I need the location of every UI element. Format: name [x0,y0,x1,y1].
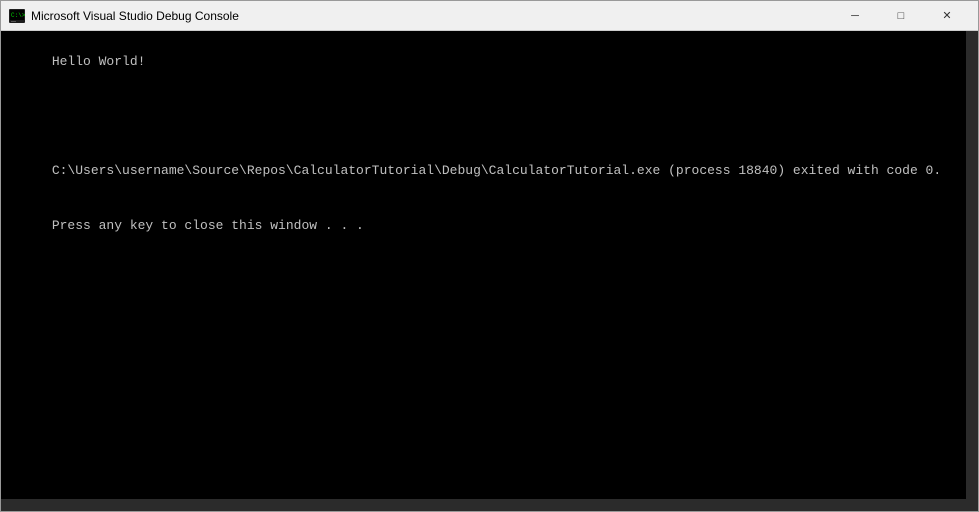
console-line-3: C:\Users\username\Source\Repos\Calculato… [52,163,941,178]
console-line-1: Hello World! [52,54,146,69]
minimize-button[interactable]: ─ [832,1,878,31]
console-output: Hello World! C:\Users\username\Source\Re… [5,35,974,253]
scrollbar-corner [966,499,978,511]
maximize-button[interactable]: □ [878,1,924,31]
svg-text:C:\>: C:\> [11,12,25,19]
app-icon: C:\> [9,8,25,24]
close-button[interactable]: ✕ [924,1,970,31]
console-output-area[interactable]: Hello World! C:\Users\username\Source\Re… [1,31,978,511]
vertical-scrollbar[interactable] [966,31,978,499]
console-line-4: Press any key to close this window . . . [52,218,364,233]
window-controls: ─ □ ✕ [832,1,970,31]
window-title: Microsoft Visual Studio Debug Console [31,9,832,23]
horizontal-scrollbar[interactable] [1,499,966,511]
main-window: C:\> Microsoft Visual Studio Debug Conso… [0,0,979,512]
title-bar: C:\> Microsoft Visual Studio Debug Conso… [1,1,978,31]
